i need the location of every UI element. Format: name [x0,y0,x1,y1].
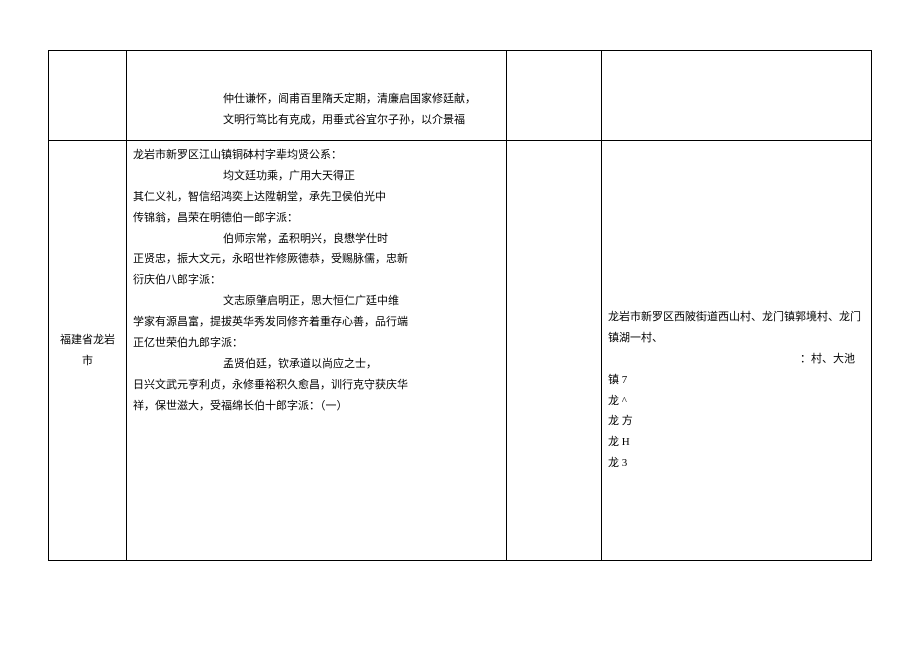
r2c4: 龙岩市新罗区西陂街道西山村、龙门镇郭境村、龙门镇湖一村、 ：村、大池 镇 7 龙… [602,141,872,561]
r2c2-p1: 龙岩市新罗区江山镇铜砵村字辈均贤公系： [133,145,500,166]
r1c1 [49,51,127,141]
r2c2-p3: 其仁义礼，智信绍鸿奕上达陞朝堂，承先卫侯伯光中 [133,187,500,208]
r2c2-p6: 正贤忠，振大文元，永昭世祚修厥德恭，受赐脉儒，忠新 [133,249,500,270]
r1c2-line2: 文明行笃比有克成，用垂式谷宜尔子孙，以介景福 [133,110,500,131]
r2c2-p2: 均文廷功乘，广用大天得正 [133,166,500,187]
r2c2-p7: 衍庆伯八郎字派： [133,270,500,291]
r2c4-l7: 龙 3 [608,453,865,474]
r1c4 [602,51,872,141]
r2c3 [507,141,602,561]
r1c2: 仲仕谦怀，闾甫百里隋夭定期，清廉启国家修廷献， 文明行笃比有克成，用垂式谷宜尔子… [127,51,507,141]
r2c4-l5: 龙 方 [608,411,865,432]
r2c1: 福建省龙岩市 [49,141,127,561]
r2c2-p11: 孟贤伯廷，钦承道以尚应之士， [133,354,500,375]
r2c2-p12: 日兴文武元亨利贞，永修垂裕积久愈昌，训行克守获庆华 [133,375,500,396]
r2c2: 龙岩市新罗区江山镇铜砵村字辈均贤公系： 均文廷功乘，广用大天得正 其仁义礼，智信… [127,141,507,561]
r2c2-p8: 文志原肇启明正，思大恒仁广廷中维 [133,291,500,312]
r2c4-l6: 龙 H [608,432,865,453]
r2c2-p5: 伯师宗常，孟积明兴，良懋学仕时 [133,229,500,250]
r1c3 [507,51,602,141]
r2c4-l2: ：村、大池 [608,349,865,370]
document-table: 仲仕谦怀，闾甫百里隋夭定期，清廉启国家修廷献， 文明行笃比有克成，用垂式谷宜尔子… [48,50,872,561]
r2c2-p13: 祥，保世滋大，受福绵长伯十郎字派：（一） [133,396,500,417]
r1c2-line1: 仲仕谦怀，闾甫百里隋夭定期，清廉启国家修廷献， [133,89,500,110]
r2c2-p9: 学家有源昌富，提拔英华秀发同修齐着重存心善，品行端 [133,312,500,333]
r2c4-l4: 龙 ^ [608,391,865,412]
r2c4-l1: 龙岩市新罗区西陂街道西山村、龙门镇郭境村、龙门镇湖一村、 [608,307,865,349]
region-label: 福建省龙岩市 [60,334,115,367]
r2c4-l3: 镇 7 [608,370,865,391]
r2c2-p4: 传锦翁，昌荣在明德伯一郎字派： [133,208,500,229]
r2c2-p10: 正亿世荣伯九郎字派： [133,333,500,354]
